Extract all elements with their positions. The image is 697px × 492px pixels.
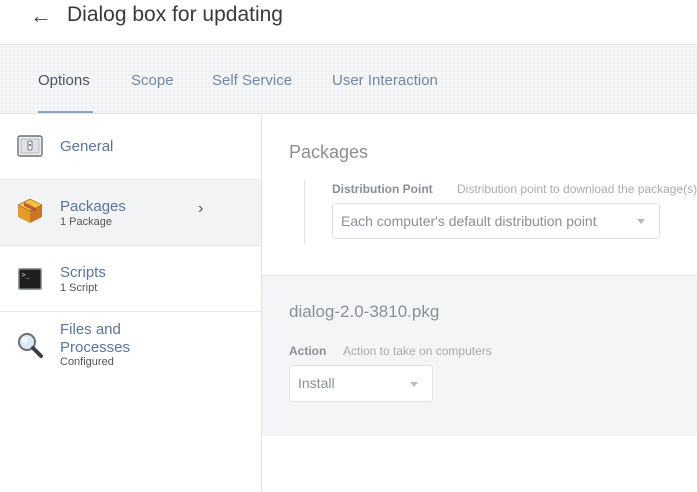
sidebar-item-label-line2: Processes — [60, 339, 131, 356]
general-switch-icon — [17, 135, 43, 157]
main-panel: Packages Distribution Point Distribution… — [262, 114, 697, 492]
terminal-icon: >_ — [18, 268, 42, 290]
tab-bar: Options Scope Self Service User Interact… — [0, 45, 697, 114]
field-group-divider — [304, 180, 305, 244]
section-title: Packages — [289, 142, 369, 162]
sidebar-item-label: Packages — [60, 198, 126, 215]
tab-options[interactable]: Options — [38, 72, 90, 89]
action-label: Action — [289, 344, 327, 358]
sidebar-item-label: Scripts — [60, 264, 106, 281]
chevron-right-icon: › — [198, 200, 204, 217]
distribution-point-label: Distribution Point — [332, 182, 433, 196]
action-value: Install — [298, 375, 335, 391]
sidebar-item-scripts[interactable]: >_ Scripts 1 Script — [0, 246, 261, 312]
package-box-icon — [17, 198, 43, 223]
distribution-point-select[interactable]: Each computer's default distribution poi… — [332, 203, 660, 239]
tab-self-service[interactable]: Self Service — [212, 72, 292, 89]
tab-user-interaction[interactable]: User Interaction — [332, 72, 438, 89]
sidebar-item-label-line1: Files and — [60, 321, 121, 338]
sidebar-item-packages[interactable]: Packages 1 Package › — [0, 180, 261, 246]
caret-down-icon — [410, 381, 418, 387]
packages-section: Packages Distribution Point Distribution… — [262, 114, 697, 276]
magnifier-icon — [18, 333, 43, 358]
action-select[interactable]: Install — [289, 365, 433, 402]
distribution-point-value: Each computer's default distribution poi… — [341, 213, 597, 229]
svg-text:>_: >_ — [22, 271, 31, 279]
caret-down-icon — [637, 219, 645, 224]
sidebar-item-sublabel: 1 Script — [60, 282, 98, 294]
package-filename: dialog-2.0-3810.pkg — [289, 302, 440, 321]
sidebar: General Packages 1 Package › >_ Scripts … — [0, 114, 262, 492]
arrow-left-icon[interactable]: ← — [30, 2, 52, 30]
package-item-section: dialog-2.0-3810.pkg Action Action to tak… — [262, 276, 697, 436]
active-tab-indicator — [38, 111, 93, 113]
action-description: Action to take on computers — [343, 344, 492, 358]
sidebar-item-general[interactable]: General — [0, 114, 261, 180]
sidebar-item-sublabel: Configured — [60, 356, 114, 368]
distribution-point-description: Distribution point to download the packa… — [457, 182, 697, 196]
sidebar-item-files-and-processes[interactable]: Files and Processes Configured — [0, 312, 261, 382]
sidebar-item-sublabel: 1 Package — [60, 216, 112, 228]
sidebar-item-label: General — [60, 138, 114, 155]
page-header: ← Dialog box for updating — [0, 0, 697, 45]
page-title: Dialog box for updating — [67, 3, 283, 26]
tab-scope[interactable]: Scope — [131, 72, 174, 89]
